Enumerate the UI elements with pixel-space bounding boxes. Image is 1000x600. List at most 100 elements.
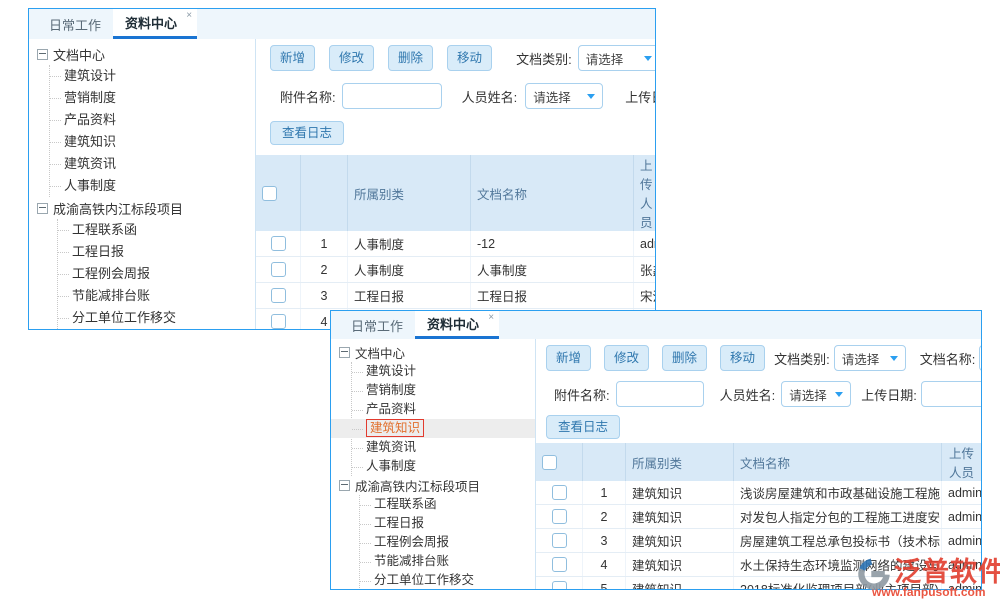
row-category: 建筑知识 bbox=[626, 481, 734, 505]
tab-label: 资料中心 bbox=[427, 314, 479, 333]
row-category: 建筑知识 bbox=[626, 529, 734, 553]
tree-item[interactable]: 工程联系函 bbox=[58, 219, 255, 241]
col-doc-name: 文档名称 bbox=[734, 443, 942, 481]
tree-root-label: 成渝高铁内江标段项目 bbox=[355, 476, 480, 495]
tree-root-document-center[interactable]: 文档中心 bbox=[339, 343, 535, 362]
row-checkbox[interactable] bbox=[552, 533, 567, 548]
tree-item[interactable]: 营销制度 bbox=[50, 87, 255, 109]
caret-down-icon bbox=[890, 356, 898, 361]
row-index: 1 bbox=[583, 481, 626, 505]
row-uploader: admin bbox=[942, 481, 982, 505]
toolbar-row-3: 查看日志 bbox=[270, 121, 655, 145]
doc-category-select[interactable]: 请选择 bbox=[578, 45, 655, 71]
person-name-select[interactable]: 请选择 bbox=[525, 83, 603, 109]
table-row[interactable]: 3 建筑知识 房屋建筑工程总承包投标书（技术标... admin bbox=[536, 529, 981, 553]
row-index: 3 bbox=[301, 283, 348, 309]
row-checkbox[interactable] bbox=[552, 581, 567, 589]
delete-button[interactable]: 删除 bbox=[388, 45, 433, 71]
row-uploader: 宋浩然 bbox=[634, 283, 656, 309]
tree-item[interactable]: 工程例会周报 bbox=[360, 533, 535, 552]
attachment-name-input[interactable] bbox=[616, 381, 704, 407]
tree-item[interactable]: 建筑资讯 bbox=[50, 153, 255, 175]
tree-item[interactable]: 人事制度 bbox=[50, 175, 255, 197]
minus-square-icon[interactable] bbox=[37, 203, 48, 214]
tree-item[interactable]: 工程联系函 bbox=[360, 495, 535, 514]
row-checkbox[interactable] bbox=[271, 288, 286, 303]
row-index: 1 bbox=[301, 231, 348, 257]
watermark-url: www.fanpusoft.com bbox=[872, 585, 986, 599]
col-category: 所属别类 bbox=[626, 443, 734, 481]
minus-square-icon[interactable] bbox=[37, 49, 48, 60]
table-row[interactable]: 2 人事制度 人事制度 张鑫 bbox=[256, 257, 655, 283]
upload-date-label: 上传日期: bbox=[861, 385, 917, 404]
person-name-select[interactable]: 请选择 bbox=[781, 381, 851, 407]
minus-square-icon[interactable] bbox=[339, 347, 350, 358]
toolbar-row-1: 新增 修改 删除 移动 文档类别: 请选择 文档名称: bbox=[546, 345, 981, 371]
select-all-checkbox[interactable] bbox=[262, 186, 277, 201]
tree-item[interactable]: 分工单位工作移交 bbox=[360, 571, 535, 589]
table-row[interactable]: 1 建筑知识 浅谈房屋建筑和市政基础设施工程施... admin bbox=[536, 481, 981, 505]
row-checkbox[interactable] bbox=[552, 485, 567, 500]
tree-item[interactable]: 建筑设计 bbox=[352, 362, 535, 381]
row-checkbox[interactable] bbox=[271, 236, 286, 251]
move-button[interactable]: 移动 bbox=[720, 345, 765, 371]
doc-name-input[interactable] bbox=[979, 345, 981, 371]
row-index: 5 bbox=[583, 577, 626, 590]
row-category: 建筑知识 bbox=[626, 553, 734, 577]
row-checkbox[interactable] bbox=[552, 557, 567, 572]
tree-root-label: 成渝高铁内江标段项目 bbox=[53, 199, 183, 218]
tree-item[interactable]: 节能减排台账 bbox=[360, 552, 535, 571]
tab-data-center[interactable]: 资料中心 × bbox=[113, 9, 197, 39]
move-button[interactable]: 移动 bbox=[447, 45, 492, 71]
add-button[interactable]: 新增 bbox=[270, 45, 315, 71]
tree-item[interactable]: 建筑知识 bbox=[50, 131, 255, 153]
tree-item[interactable]: 工程日报 bbox=[360, 514, 535, 533]
tab-daily-work[interactable]: 日常工作 bbox=[37, 9, 113, 39]
tree-item[interactable]: 人事制度 bbox=[352, 457, 535, 476]
table-row[interactable]: 1 人事制度 -12 admin bbox=[256, 231, 655, 257]
doc-category-select[interactable]: 请选择 bbox=[834, 345, 906, 371]
row-checkbox[interactable] bbox=[271, 314, 286, 329]
caret-down-icon bbox=[644, 56, 652, 61]
upload-date-label: 上传日期: bbox=[625, 87, 655, 106]
header-index-cell bbox=[583, 443, 626, 481]
close-icon[interactable]: × bbox=[488, 313, 494, 323]
view-log-button[interactable]: 查看日志 bbox=[270, 121, 344, 145]
doc-name-label: 文档名称: bbox=[920, 349, 976, 368]
selected-item-box: 建筑知识 bbox=[366, 419, 424, 437]
tree-item[interactable]: 营销制度 bbox=[352, 381, 535, 400]
table-row[interactable]: 2 建筑知识 对发包人指定分包的工程施工进度安... admin bbox=[536, 505, 981, 529]
view-log-button[interactable]: 查看日志 bbox=[546, 415, 620, 439]
tree-root-project[interactable]: 成渝高铁内江标段项目 bbox=[339, 476, 535, 495]
tab-daily-work[interactable]: 日常工作 bbox=[339, 311, 415, 339]
minus-square-icon[interactable] bbox=[339, 480, 350, 491]
tree-root-document-center[interactable]: 文档中心 bbox=[37, 43, 255, 65]
toolbar-row-1: 新增 修改 删除 移动 文档类别: 请选择 bbox=[270, 45, 655, 71]
tree-item[interactable]: 产品资料 bbox=[352, 400, 535, 419]
tree-root-project[interactable]: 成渝高铁内江标段项目 bbox=[37, 197, 255, 219]
tree-item[interactable]: 建筑设计 bbox=[50, 65, 255, 87]
tree-item[interactable]: 工程日报 bbox=[58, 241, 255, 263]
edit-button[interactable]: 修改 bbox=[604, 345, 649, 371]
attachment-name-input[interactable] bbox=[342, 83, 442, 109]
tab-data-center[interactable]: 资料中心 × bbox=[415, 311, 499, 339]
tree-item[interactable]: 建筑资讯 bbox=[352, 438, 535, 457]
row-category: 建筑知识 bbox=[626, 577, 734, 590]
row-checkbox[interactable] bbox=[552, 509, 567, 524]
delete-button[interactable]: 删除 bbox=[662, 345, 707, 371]
tree-item[interactable]: 节能减排台账 bbox=[58, 285, 255, 307]
close-icon[interactable]: × bbox=[186, 11, 192, 21]
tab-bar: 日常工作 资料中心 × bbox=[29, 9, 655, 39]
tree-item[interactable]: 分工单位工作移交 bbox=[58, 307, 255, 329]
table-row[interactable]: 3 工程日报 工程日报 宋浩然 bbox=[256, 283, 655, 309]
add-button[interactable]: 新增 bbox=[546, 345, 591, 371]
edit-button[interactable]: 修改 bbox=[329, 45, 374, 71]
tree-item[interactable]: 工程例会周报 bbox=[58, 263, 255, 285]
select-all-checkbox[interactable] bbox=[542, 455, 557, 470]
fanpu-watermark: 泛普软件 www.fanpusoft.com bbox=[856, 550, 1000, 600]
tree-item-selected[interactable]: 建筑知识 bbox=[352, 419, 535, 438]
upload-date-input[interactable] bbox=[921, 381, 981, 407]
row-checkbox[interactable] bbox=[271, 262, 286, 277]
caret-down-icon bbox=[835, 392, 843, 397]
tree-item[interactable]: 产品资料 bbox=[50, 109, 255, 131]
